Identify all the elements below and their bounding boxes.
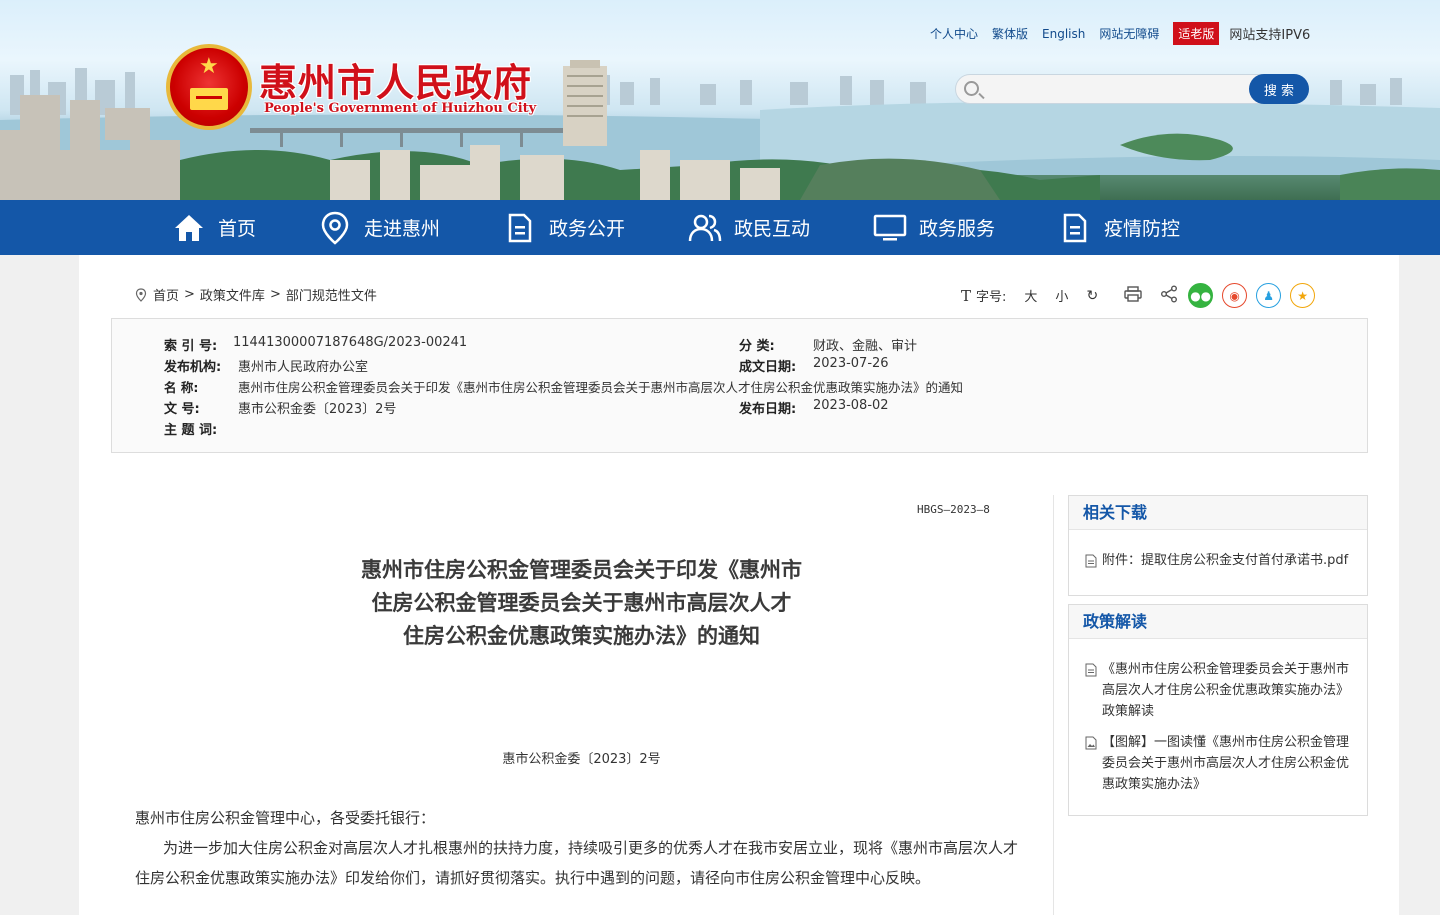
nav-label: 疫情防控	[1104, 218, 1181, 240]
home-icon	[172, 211, 206, 245]
interpretation-link[interactable]: 【图解】一图读懂《惠州市住房公积金管理委员会关于惠州市高层次人才住房公积金优惠政…	[1085, 732, 1353, 795]
nav-item-epidemic[interactable]: 疫情防控	[1058, 200, 1180, 255]
site-title: 惠州市人民政府	[259, 60, 533, 105]
download-link[interactable]: 附件：提取住房公积金支付首付承诺书.pdf	[1085, 550, 1353, 571]
meta-keywords: 主 题 词:	[164, 423, 218, 438]
nav-item-interaction[interactable]: 政民互动	[688, 200, 810, 255]
meta-doc-number: 文 号: 惠市公积金委〔2023〕2号	[164, 402, 397, 417]
weibo-icon[interactable]: ◉	[1222, 283, 1248, 308]
people-icon	[688, 211, 722, 245]
breadcrumb-current[interactable]: 部门规范性文件	[286, 285, 377, 304]
nav-label: 首页	[218, 218, 257, 240]
nav-item-home[interactable]: 首页	[172, 200, 256, 255]
header-banner: ★ 惠州市人民政府 People's Government of Huizhou…	[0, 0, 1440, 200]
meta-published-date: 发布日期: 2023-08-02	[739, 398, 889, 417]
document-icon	[503, 211, 537, 245]
nav-item-services[interactable]: 政务服务	[873, 200, 995, 255]
breadcrumb-home[interactable]: 首页	[153, 285, 179, 304]
location-pin-icon	[135, 287, 147, 302]
meta-category: 分 类: 财政、金融、审计	[739, 339, 918, 354]
document-greeting: 惠州市住房公积金管理中心，各受委托银行：	[135, 809, 436, 827]
breadcrumb-separator: >	[184, 287, 195, 302]
search-icon	[964, 81, 979, 96]
nav-label: 政务服务	[919, 218, 996, 240]
qq-icon[interactable]: ♟	[1256, 283, 1282, 308]
font-large-button[interactable]: 大	[1024, 286, 1037, 305]
nav-label: 政务公开	[549, 218, 626, 240]
nav-item-gov-affairs[interactable]: 政务公开	[503, 200, 625, 255]
ipv6-label: 网站支持IPV6	[1229, 28, 1311, 43]
breadcrumb-policy-library[interactable]: 政策文件库	[200, 285, 265, 304]
font-size-label: 字号:	[976, 290, 1007, 305]
document-text: 惠州市住房公积金管理中心，各受委托银行： 为进一步加大住房公积金对高层次人才扎根…	[135, 803, 1030, 893]
document-metadata: 索 引 号: 11441300007187648G/2023-00241 分 类…	[111, 318, 1368, 453]
document-title: 惠州市住房公积金管理委员会关于印发《惠州市 住房公积金管理委员会关于惠州市高层次…	[361, 557, 802, 648]
share-icon[interactable]	[1160, 285, 1178, 307]
reset-icon[interactable]: ↻	[1086, 288, 1098, 304]
document-body: HBGS—2023—8 惠州市住房公积金管理委员会关于印发《惠州市 住房公积金管…	[79, 495, 1054, 915]
breadcrumb-separator: >	[269, 287, 281, 302]
interpretation-panel: 政策解读 《惠州市住房公积金管理委员会关于惠州市高层次人才住房公积金优惠政策实施…	[1068, 604, 1368, 816]
main-content: 首页 > 政策文件库 > 部门规范性文件 T 字号: 大 小 ↻ ●● ◉ ♟ …	[79, 255, 1399, 915]
top-links: 个人中心 繁体版 English 网站无障碍 适老版 网站支持IPV6	[930, 22, 1310, 45]
top-link-personal-center[interactable]: 个人中心	[930, 25, 978, 42]
search-button[interactable]: 搜 索	[1249, 74, 1309, 104]
meta-name: 名 称: 惠州市住房公积金管理委员会关于印发《惠州市住房公积金管理委员会关于惠州…	[164, 380, 964, 395]
location-icon	[318, 211, 352, 245]
nav-item-about-huizhou[interactable]: 走进惠州	[318, 200, 440, 255]
downloads-title: 相关下载	[1069, 496, 1367, 530]
top-link-english[interactable]: English	[1042, 27, 1085, 41]
meta-index-no: 索 引 号: 11441300007187648G/2023-00241	[164, 335, 468, 354]
file-icon	[1085, 554, 1097, 568]
top-link-accessibility[interactable]: 网站无障碍	[1099, 25, 1159, 42]
elder-mode-button[interactable]: 适老版	[1173, 22, 1220, 45]
file-icon	[1085, 663, 1097, 677]
meta-written-date: 成文日期: 2023-07-26	[739, 356, 889, 375]
site-subtitle: People's Government of Huizhou City	[264, 101, 537, 116]
breadcrumb: 首页 > 政策文件库 > 部门规范性文件	[135, 285, 382, 304]
wechat-icon[interactable]: ●●	[1188, 283, 1214, 308]
print-icon[interactable]	[1124, 285, 1142, 306]
downloads-panel: 相关下载 附件：提取住房公积金支付首付承诺书.pdf	[1068, 495, 1368, 596]
main-nav: 首页 走进惠州 政务公开 政民互动 政务服务 疫情防控	[0, 200, 1440, 255]
search-box: 搜 索	[955, 74, 1309, 104]
favorite-star-icon[interactable]: ★	[1290, 283, 1316, 308]
national-emblem-icon: ★	[166, 44, 252, 130]
document-number: 惠市公积金委〔2023〕2号	[502, 752, 661, 767]
interpretation-title: 政策解读	[1069, 605, 1367, 639]
sidebar: 相关下载 附件：提取住房公积金支付首付承诺书.pdf 政策解读 《惠州市住房公积…	[1068, 495, 1368, 824]
font-size-icon: T	[961, 286, 972, 305]
nav-label: 走进惠州	[364, 218, 441, 240]
image-file-icon	[1085, 736, 1097, 750]
search-input[interactable]	[988, 80, 1248, 100]
top-link-traditional[interactable]: 繁体版	[992, 25, 1028, 42]
document-code: HBGS—2023—8	[917, 503, 990, 516]
monitor-icon	[873, 211, 907, 245]
document-icon	[1058, 211, 1092, 245]
interpretation-link[interactable]: 《惠州市住房公积金管理委员会关于惠州市高层次人才住房公积金优惠政策实施办法》政策…	[1085, 659, 1353, 722]
meta-publisher: 发布机构: 惠州市人民政府办公室	[164, 360, 369, 375]
article-tools: T 字号: 大 小 ↻ ●● ◉ ♟ ★	[961, 283, 1324, 308]
font-small-button[interactable]: 小	[1055, 286, 1068, 305]
document-paragraph: 为进一步加大住房公积金对高层次人才扎根惠州的扶持力度，持续吸引更多的优秀人才在我…	[135, 839, 1019, 887]
nav-label: 政民互动	[734, 218, 811, 240]
